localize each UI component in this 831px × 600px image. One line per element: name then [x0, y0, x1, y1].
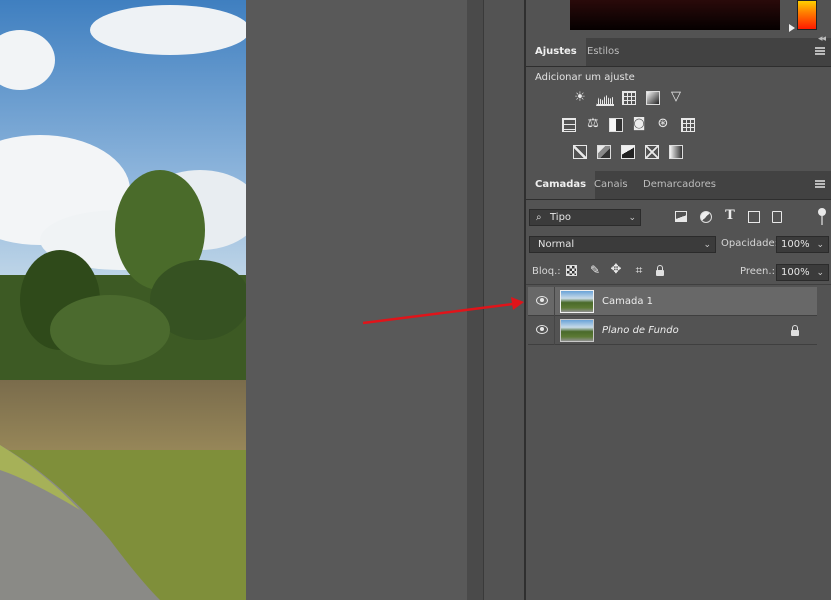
hue-saturation-icon[interactable]: [562, 118, 576, 132]
chevron-down-icon: ⌄: [703, 240, 711, 250]
filter-adjustment-layer-icon[interactable]: [700, 211, 712, 223]
hue-slider-handle[interactable]: [789, 24, 795, 32]
layer-row-camada-1[interactable]: Camada 1: [528, 287, 817, 316]
posterize-icon[interactable]: [597, 145, 611, 159]
panel-dock-divider[interactable]: [467, 0, 483, 600]
lock-transparent-pixels-icon[interactable]: [566, 265, 577, 276]
opacity-label: Opacidade:: [721, 238, 778, 249]
layer-name[interactable]: Plano de Fundo: [602, 316, 679, 345]
collapsed-panel-dock: [484, 0, 524, 600]
channel-mixer-icon[interactable]: ⊛: [656, 117, 670, 131]
fill-value: 100%: [781, 267, 810, 278]
filter-smart-object-icon[interactable]: [772, 211, 782, 223]
filter-shape-layer-icon[interactable]: [748, 211, 760, 223]
color-picker-field[interactable]: [570, 0, 780, 30]
layer-filter-value: Tipo: [550, 212, 572, 223]
tab-estilos[interactable]: Estilos: [578, 38, 628, 66]
filter-toggle-track: [821, 216, 823, 225]
lock-image-pixels-icon[interactable]: ✎: [588, 263, 602, 277]
hue-slider[interactable]: [797, 0, 817, 30]
divider: [526, 284, 831, 285]
lock-artboard-icon[interactable]: ⌗: [632, 263, 646, 277]
fill-label: Preen.:: [740, 266, 775, 277]
adjustments-heading: Adicionar um ajuste: [535, 72, 635, 83]
invert-icon[interactable]: [573, 145, 587, 159]
layer-row-plano-de-fundo[interactable]: Plano de Fundo: [528, 316, 817, 345]
fill-input[interactable]: 100% ⌄: [776, 264, 829, 281]
lock-all-icon[interactable]: [656, 265, 664, 276]
layer-thumbnail[interactable]: [560, 319, 594, 342]
chevron-down-icon: ⌄: [816, 240, 824, 250]
threshold-icon[interactable]: [621, 145, 635, 159]
layers-tab-bar: Camadas Canais Demarcadores: [526, 171, 831, 200]
layer-name[interactable]: Camada 1: [602, 287, 653, 316]
divider: [554, 287, 555, 316]
layer-filter-select[interactable]: ⌕ Tipo ⌄: [529, 209, 641, 226]
tab-canais[interactable]: Canais: [585, 171, 637, 199]
blend-mode-value: Normal: [538, 239, 575, 250]
panel-menu-icon[interactable]: [815, 47, 825, 55]
lock-label: Bloq.:: [532, 266, 561, 277]
opacity-value: 100%: [781, 239, 810, 250]
gradient-map-icon[interactable]: [669, 145, 683, 159]
opacity-input[interactable]: 100% ⌄: [776, 236, 829, 253]
color-lookup-icon[interactable]: [681, 118, 695, 132]
search-icon: ⌕: [536, 212, 542, 223]
black-white-icon[interactable]: [609, 118, 623, 132]
filter-toggle-switch[interactable]: [818, 208, 826, 216]
filter-type-layer-icon[interactable]: T: [723, 209, 737, 223]
canvas-image[interactable]: [0, 0, 246, 600]
vibrance-icon[interactable]: ▽: [669, 90, 683, 104]
canvas-pasteboard: [246, 0, 467, 600]
chevron-down-icon: ⌄: [816, 268, 824, 278]
visibility-eye-icon[interactable]: [536, 325, 548, 334]
blend-mode-select[interactable]: Normal ⌄: [529, 236, 716, 253]
lock-position-icon[interactable]: ✥: [609, 263, 623, 277]
tab-demarcadores[interactable]: Demarcadores: [634, 171, 725, 199]
curves-icon[interactable]: [622, 91, 636, 105]
exposure-icon[interactable]: [646, 91, 660, 105]
panel-menu-icon[interactable]: [815, 180, 825, 188]
layer-thumbnail[interactable]: [560, 290, 594, 313]
color-balance-icon[interactable]: ⚖: [586, 117, 600, 131]
filter-pixel-layer-icon[interactable]: [675, 211, 687, 222]
divider: [554, 316, 555, 345]
landscape-photo: [0, 0, 246, 600]
brightness-contrast-icon[interactable]: ☀: [573, 91, 587, 105]
collapse-icon[interactable]: ◂◂: [818, 34, 826, 44]
chevron-down-icon: ⌄: [628, 213, 636, 223]
layer-lock-icon: [791, 325, 799, 336]
adjustments-tab-bar: Ajustes Estilos ◂◂: [526, 34, 831, 67]
tab-ajustes[interactable]: Ajustes: [526, 38, 586, 66]
selective-color-icon[interactable]: [645, 145, 659, 159]
visibility-eye-icon[interactable]: [536, 296, 548, 305]
photo-filter-icon[interactable]: ◙: [632, 117, 646, 131]
